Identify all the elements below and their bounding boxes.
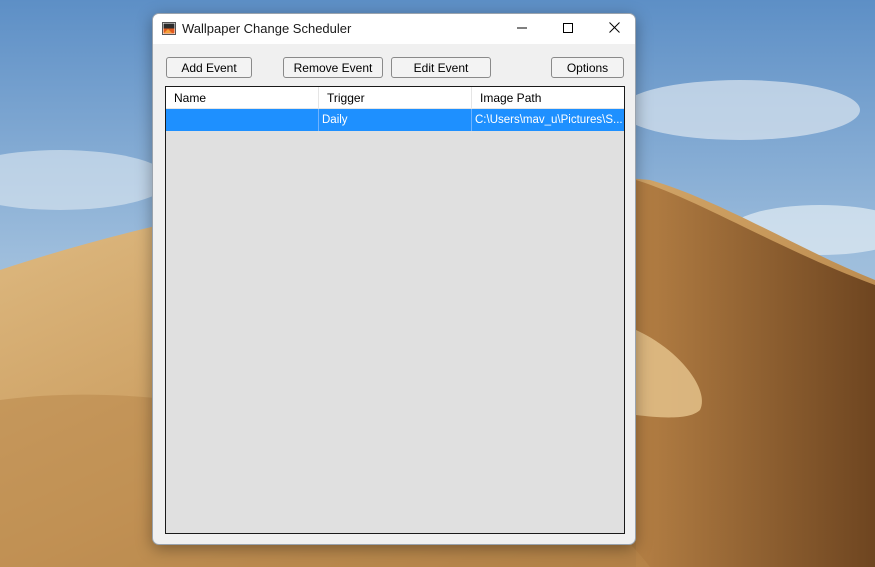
minimize-icon — [517, 22, 527, 36]
window-title: Wallpaper Change Scheduler — [182, 21, 352, 36]
cell-name — [166, 109, 318, 131]
cell-image-path: C:\Users\mav_u\Pictures\S... — [475, 114, 623, 126]
maximize-icon — [563, 22, 573, 36]
column-header-name[interactable]: Name — [166, 87, 318, 109]
events-list[interactable]: Name Trigger Image Path Daily C:\Users\m… — [165, 86, 625, 534]
column-header-image-path[interactable]: Image Path — [472, 87, 624, 109]
options-button[interactable]: Options — [551, 57, 624, 78]
minimize-button[interactable] — [499, 14, 545, 44]
list-header: Name Trigger Image Path — [166, 87, 624, 109]
close-button[interactable] — [591, 14, 635, 44]
column-header-trigger[interactable]: Trigger — [319, 87, 471, 109]
close-icon — [608, 22, 620, 36]
cell-trigger: Daily — [322, 114, 348, 126]
table-row[interactable]: Daily C:\Users\mav_u\Pictures\S... — [166, 109, 624, 131]
remove-event-button[interactable]: Remove Event — [283, 57, 383, 78]
title-bar[interactable]: Wallpaper Change Scheduler — [153, 14, 635, 44]
maximize-button[interactable] — [545, 14, 591, 44]
app-window: Wallpaper Change Scheduler Add Event Rem… — [152, 13, 636, 545]
wallpaper-app-icon — [162, 22, 176, 35]
edit-event-button[interactable]: Edit Event — [391, 57, 491, 78]
add-event-button[interactable]: Add Event — [166, 57, 252, 78]
